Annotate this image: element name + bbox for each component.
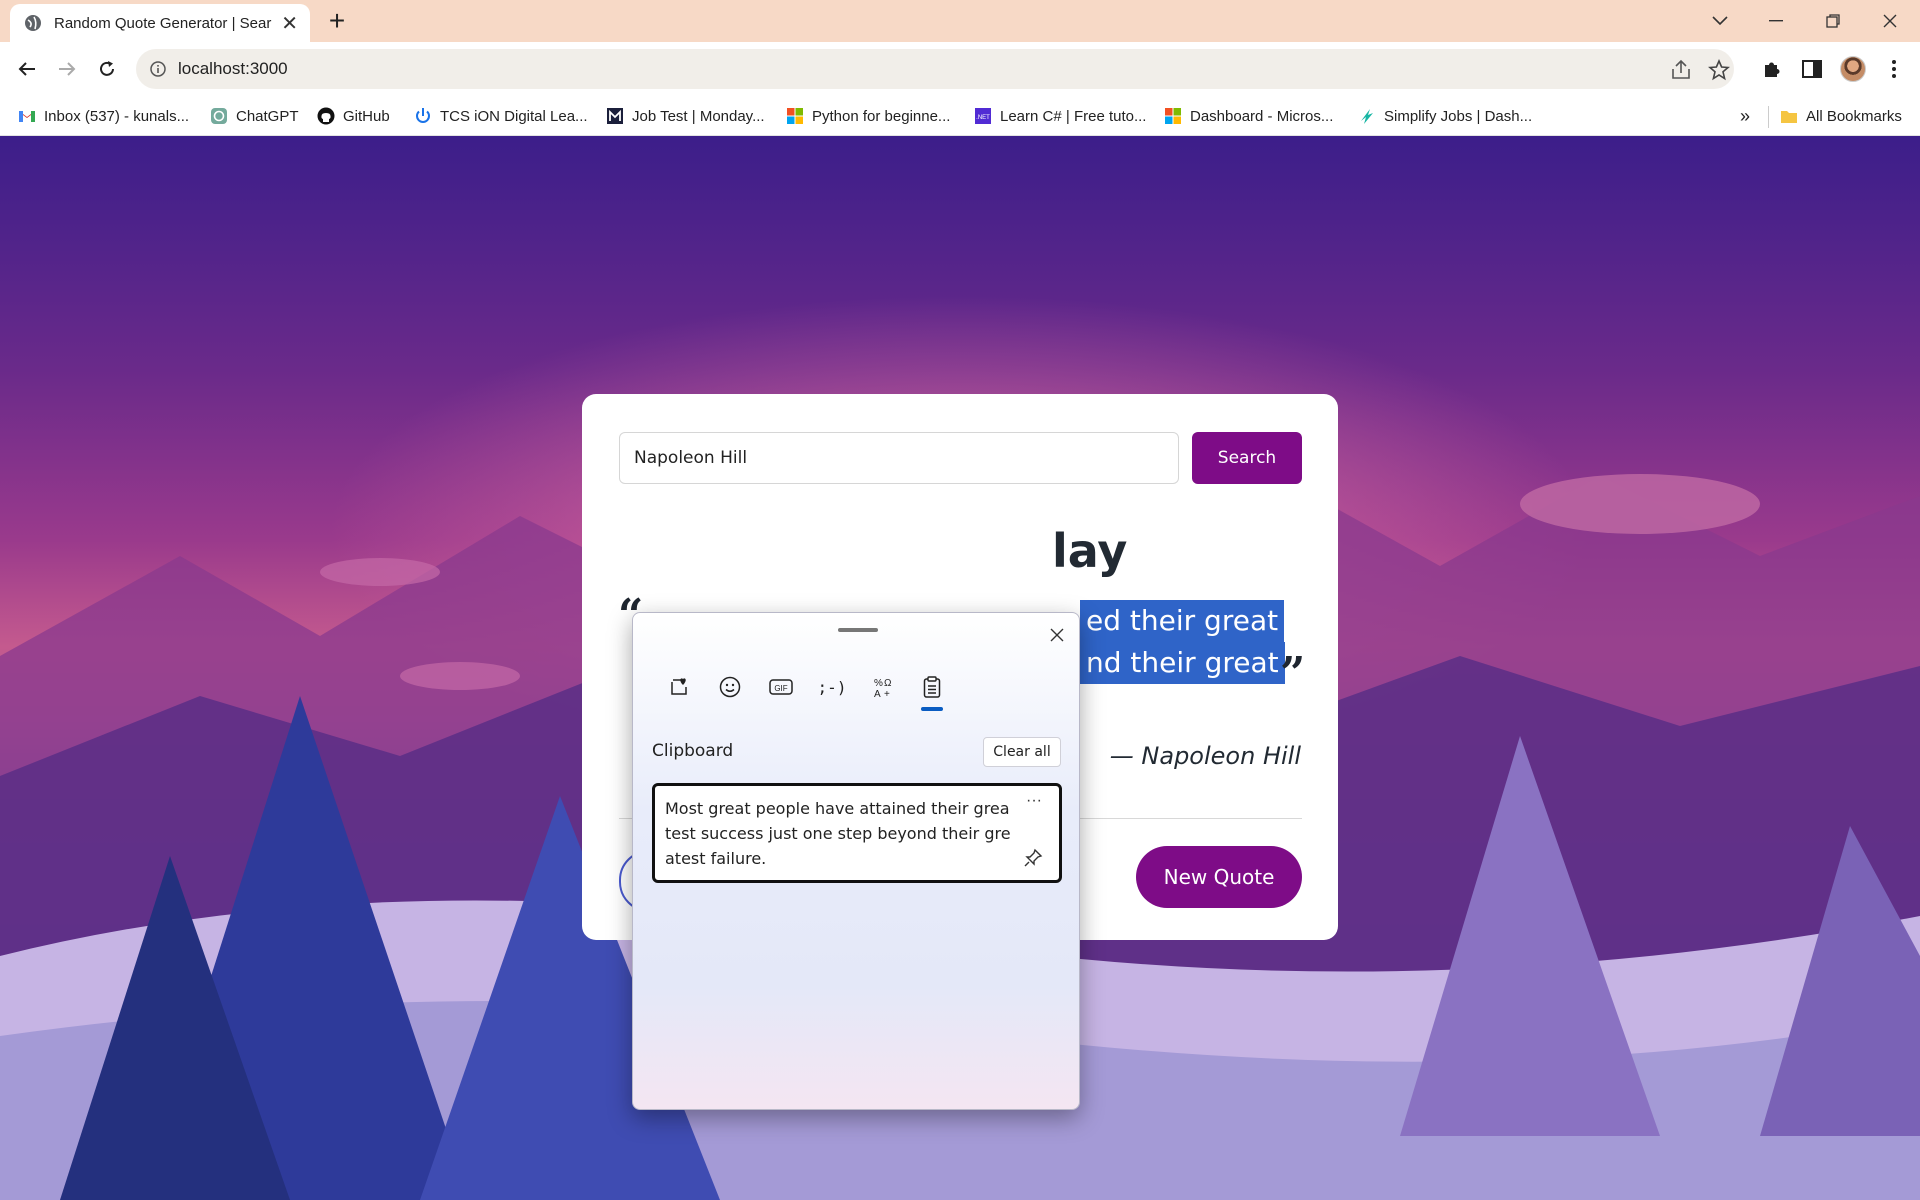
pin-icon[interactable] xyxy=(1023,848,1043,868)
simplify-icon xyxy=(1361,109,1373,124)
symbols-icon[interactable]: % Ω A + xyxy=(865,669,901,705)
svg-text:Ω: Ω xyxy=(884,678,892,689)
bookmark-simplify[interactable]: Simplify Jobs | Dash... xyxy=(1358,104,1532,128)
svg-text:A: A xyxy=(874,689,881,698)
active-tab-indicator xyxy=(921,707,943,711)
bookmark-label: Inbox (537) - kunals... xyxy=(44,107,190,125)
microsoft-icon xyxy=(1165,108,1181,124)
browser-toolbar: localhost:3000 xyxy=(0,42,1920,96)
side-panel-icon[interactable] xyxy=(1798,55,1826,83)
bookmark-python[interactable]: Python for beginne... xyxy=(786,104,950,128)
tab-title: Random Quote Generator | Sear xyxy=(54,14,272,32)
bookmark-gmail[interactable]: Inbox (537) - kunals... xyxy=(18,104,189,128)
bookmark-job-test[interactable]: Job Test | Monday... xyxy=(606,104,765,128)
clipboard-title: Clipboard xyxy=(652,741,734,761)
bookmark-dashboard[interactable]: Dashboard - Micros... xyxy=(1164,104,1333,128)
bookmark-github[interactable]: GitHub xyxy=(317,104,390,128)
svg-text:GIF: GIF xyxy=(774,684,787,693)
microsoft-icon xyxy=(787,108,803,124)
folder-icon xyxy=(1781,111,1797,123)
url-text: localhost:3000 xyxy=(178,59,288,78)
bookmark-label: Python for beginne... xyxy=(812,107,951,125)
bookmarks-overflow-chevron[interactable]: » xyxy=(1740,104,1750,128)
dotnet-icon: .NET xyxy=(975,108,991,124)
site-info-icon[interactable] xyxy=(150,61,166,77)
kaomoji-icon[interactable]: ;-) xyxy=(814,669,850,705)
m-icon xyxy=(607,108,623,124)
page-viewport: Search lay “ ed their great nd their gre… xyxy=(0,136,1920,1200)
tab-search-chevron-icon[interactable] xyxy=(1700,6,1740,36)
power-icon xyxy=(416,108,430,123)
bookmarks-divider xyxy=(1768,106,1769,128)
bookmark-label: ChatGPT xyxy=(236,107,299,125)
bookmark-label: TCS iON Digital Lea... xyxy=(440,107,588,125)
quote-text-line1-selected[interactable]: ed their great xyxy=(1080,600,1285,642)
bookmark-label: All Bookmarks xyxy=(1806,107,1902,125)
gif-icon[interactable]: GIF xyxy=(763,669,799,705)
bookmark-label: Job Test | Monday... xyxy=(632,107,765,125)
quote-text-line2-selected[interactable]: nd their great xyxy=(1080,642,1285,684)
svg-text:%: % xyxy=(874,678,883,689)
clipboard-item[interactable]: Most great people have attained their gr… xyxy=(652,783,1062,883)
github-icon xyxy=(317,107,335,125)
new-tab-button[interactable]: + xyxy=(323,7,351,36)
emoji-icon[interactable] xyxy=(712,669,748,705)
quote-author: — Napoleon Hill xyxy=(1109,742,1301,770)
profile-avatar[interactable] xyxy=(1840,56,1866,82)
panel-drag-handle[interactable] xyxy=(838,628,878,632)
close-quote-mark: ” xyxy=(1280,648,1306,699)
bookmark-learn-csharp[interactable]: .NET Learn C# | Free tuto... xyxy=(974,104,1146,128)
tab-close-icon[interactable]: ✕ xyxy=(281,11,298,36)
chatgpt-icon xyxy=(211,108,227,124)
clipboard-icon[interactable] xyxy=(914,669,950,705)
new-quote-button[interactable]: New Quote xyxy=(1136,846,1302,908)
address-bar[interactable]: localhost:3000 xyxy=(136,49,1734,89)
more-options-icon[interactable]: ··· xyxy=(1021,792,1047,812)
panel-close-icon[interactable] xyxy=(1043,621,1071,649)
bookmark-label: Dashboard - Micros... xyxy=(1190,107,1334,125)
bookmark-tcs-ion[interactable]: TCS iON Digital Lea... xyxy=(414,104,588,128)
close-window-icon[interactable] xyxy=(1870,6,1910,36)
svg-text:+: + xyxy=(884,689,890,698)
author-search-input[interactable] xyxy=(619,432,1179,484)
clipboard-history-panel: GIF ;-) % Ω A + Clipboard Clear all Most gr… xyxy=(632,612,1080,1110)
bookmark-label: Simplify Jobs | Dash... xyxy=(1384,107,1533,125)
clear-all-button[interactable]: Clear all xyxy=(983,737,1061,767)
clipboard-item-text: Most great people have attained their gr… xyxy=(665,799,1011,868)
bookmarks-bar: Inbox (537) - kunals... ChatGPT GitHub T… xyxy=(0,96,1920,136)
bookmark-star-icon[interactable] xyxy=(1708,59,1730,81)
forward-arrow-icon[interactable] xyxy=(52,54,82,84)
browser-titlebar: Random Quote Generator | Sear ✕ + xyxy=(0,0,1920,42)
svg-text:.NET: .NET xyxy=(976,115,990,121)
restore-icon[interactable] xyxy=(1813,6,1853,36)
all-bookmarks-folder[interactable]: All Bookmarks xyxy=(1780,104,1902,128)
browser-tab[interactable]: Random Quote Generator | Sear ✕ xyxy=(10,4,310,42)
back-arrow-icon[interactable] xyxy=(12,54,42,84)
bookmark-label: Learn C# | Free tuto... xyxy=(1000,107,1147,125)
card-heading-partial: lay xyxy=(1052,524,1128,578)
minimize-icon[interactable] xyxy=(1756,6,1796,36)
gmail-icon xyxy=(19,111,35,122)
extensions-puzzle-icon[interactable] xyxy=(1758,55,1786,83)
favorites-icon[interactable] xyxy=(661,669,697,705)
bookmark-label: GitHub xyxy=(343,107,390,125)
menu-kebab-icon[interactable] xyxy=(1880,55,1908,83)
bookmark-chatgpt[interactable]: ChatGPT xyxy=(210,104,299,128)
search-button[interactable]: Search xyxy=(1192,432,1302,484)
share-icon[interactable] xyxy=(1670,59,1692,81)
reload-icon[interactable] xyxy=(92,54,122,84)
globe-icon xyxy=(25,15,41,31)
